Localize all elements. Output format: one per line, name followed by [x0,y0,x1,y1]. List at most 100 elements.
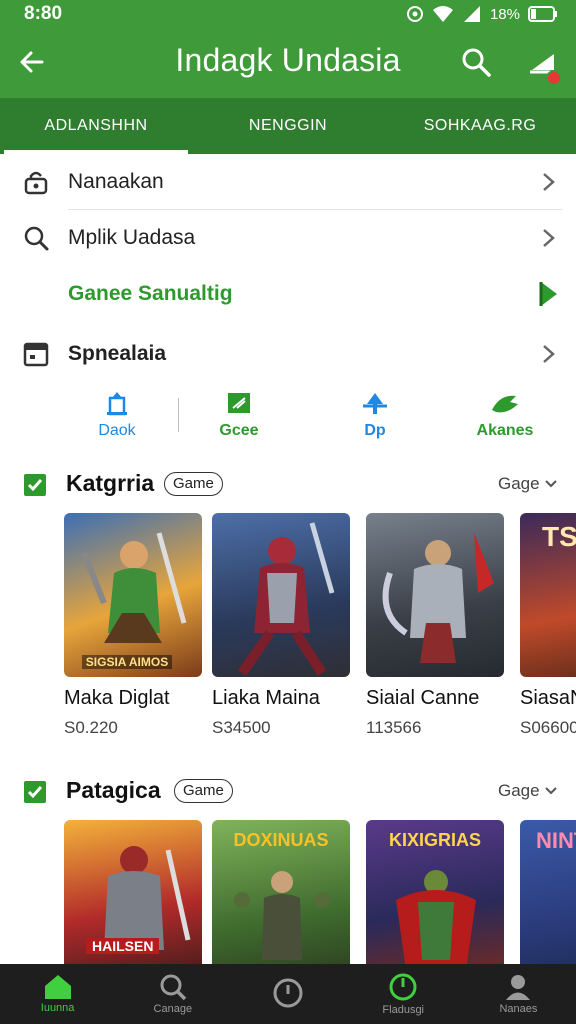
game-cover-image [212,513,350,677]
game-cover-image: SIGSIA AIMOS [64,513,202,677]
wifi-icon [432,6,453,22]
card-row-1: SIGSIA AIMOS Maka Diglat S0.220 Liaka Ma… [0,513,576,753]
person-icon [506,975,531,1000]
app-bar: Indagk Undasia [0,28,576,98]
menu-item-spnealaia[interactable]: Spnealaia [0,326,576,382]
section-header-patagica: Patagica Game Gage [0,773,576,813]
home-icon [44,975,71,999]
nav-label: Nanaes [499,1003,538,1015]
nav-clock[interactable] [230,964,345,1024]
cover-title-text: NINTE [536,828,576,853]
sort-dropdown[interactable]: Gage [498,474,558,494]
game-cover-image: NINTE [520,820,576,964]
status-time: 8:80 [24,3,63,24]
game-card[interactable]: Siaial Canne 113566 [366,513,504,738]
play-flag-icon [539,282,557,306]
cover-title-text: KIXIGRIAS [388,830,481,850]
tab-sohkaag[interactable]: SOHKAAG.RG [384,98,576,154]
category-pill[interactable]: Game [174,779,233,803]
checkbox-checked-icon[interactable] [24,474,46,496]
menu-item-ganee-sanualtig[interactable]: Ganee Sanualtig [0,266,576,322]
game-cover-image [366,513,504,677]
notification-badge [546,70,562,86]
cover-title-text: DOXINUAS [233,830,329,850]
category-pill[interactable]: Game [164,472,223,496]
menu-item-mplik-uadasa[interactable]: Mplik Uadasa [0,210,576,266]
status-bar: 8:80 18% [0,0,576,28]
menu-item-label: Ganee Sanualtig [68,282,233,305]
game-price: S06600 [520,718,576,737]
game-price: 113566 [366,718,422,737]
checkbox-checked-icon[interactable] [24,781,46,803]
knight-illustration [237,522,335,676]
game-cover-image: HAILSEN [64,820,202,964]
section-header-katgrria: Katgrria Game Gage [0,466,576,506]
game-card[interactable]: NINTE [520,820,576,964]
search-icon [160,974,187,1001]
nfc-icon [406,6,423,22]
cover-title-text: HAILSEN [86,938,160,954]
status-icons: 18% [406,5,558,23]
battery-icon [528,6,557,22]
game-name: Maka Diglat [64,687,170,709]
game-name: SiasaN [520,687,576,709]
warrior-illustration [81,532,187,643]
tab-nenggin[interactable]: NENGGIN [192,98,384,154]
game-cover-image: TS [520,513,576,677]
armored-warrior-illustration [382,533,494,663]
search-icon [24,226,49,251]
chevron-down-icon [545,480,558,488]
nav-power[interactable]: Fladusgi [346,964,461,1024]
game-cover-image: DOXINUAS [212,820,350,964]
quick-actions: Daok Gcee Dp Akanes [0,390,576,450]
nav-label: Fladusgi [382,1004,424,1016]
game-name: Siaial Canne [366,687,480,709]
nav-label: Canage [153,1003,193,1015]
sort-label: Gage [498,781,540,800]
sort-dropdown[interactable]: Gage [498,781,558,801]
card-row-2: HAILSEN DOXINUAS KIXIGRIAS NINTE [0,820,576,964]
quick-action-akanes[interactable]: Akanes [460,390,550,440]
chevron-right-icon [543,229,555,247]
divider [178,398,179,432]
game-card[interactable]: DOXINUAS [212,820,350,964]
quick-action-dp[interactable]: Dp [330,390,420,440]
nav-home[interactable]: Iuunna [0,964,115,1024]
cover-title-text: SIGSIA AIMOS [82,655,172,669]
menu-item-label: Spnealaia [68,342,167,365]
menu-item-label: Nanaakan [68,170,164,193]
game-name: Liaka Maina [212,687,320,709]
game-price: S0.220 [64,718,118,737]
power-icon [389,973,417,1001]
game-card[interactable]: KIXIGRIAS [366,820,504,964]
quick-action-label: Akanes [476,422,534,439]
bird-icon [492,395,518,413]
game-card[interactable]: HAILSEN [64,820,202,964]
bottom-navigation: Iuunna Canage Fladusgi Nanaes [0,964,576,1024]
game-cover-image: KIXIGRIAS [366,820,504,964]
quick-action-daok[interactable]: Daok [72,390,162,440]
lock-icon [24,171,48,195]
nav-search[interactable]: Canage [115,964,230,1024]
cover-title-text: TS [542,521,576,552]
quick-action-gcee[interactable]: Gcee [194,390,284,440]
clock-icon [273,978,303,1008]
game-card[interactable]: Liaka Maina S34500 [212,513,350,738]
building-icon [107,392,127,416]
game-card[interactable]: SIGSIA AIMOS Maka Diglat S0.220 [64,513,202,738]
nav-profile[interactable]: Nanaes [461,964,576,1024]
chevron-down-icon [545,787,558,795]
tab-adlanshhn[interactable]: ADLANSHHN [0,98,192,154]
section-title: Katgrria [66,470,155,496]
plane-icon [363,393,387,414]
search-icon[interactable] [460,46,492,78]
quick-action-label: Daok [98,422,136,439]
game-card[interactable]: TS SiasaN S06600 [520,513,576,738]
nav-label: Iuunna [40,1002,75,1014]
signal-icon [463,6,480,22]
battery-percent: 18% [489,5,520,23]
menu-item-label: Mplik Uadasa [68,226,196,249]
quick-action-label: Dp [364,422,386,439]
tag-icon [228,393,250,413]
menu-item-nanaakan[interactable]: Nanaakan [0,154,576,210]
